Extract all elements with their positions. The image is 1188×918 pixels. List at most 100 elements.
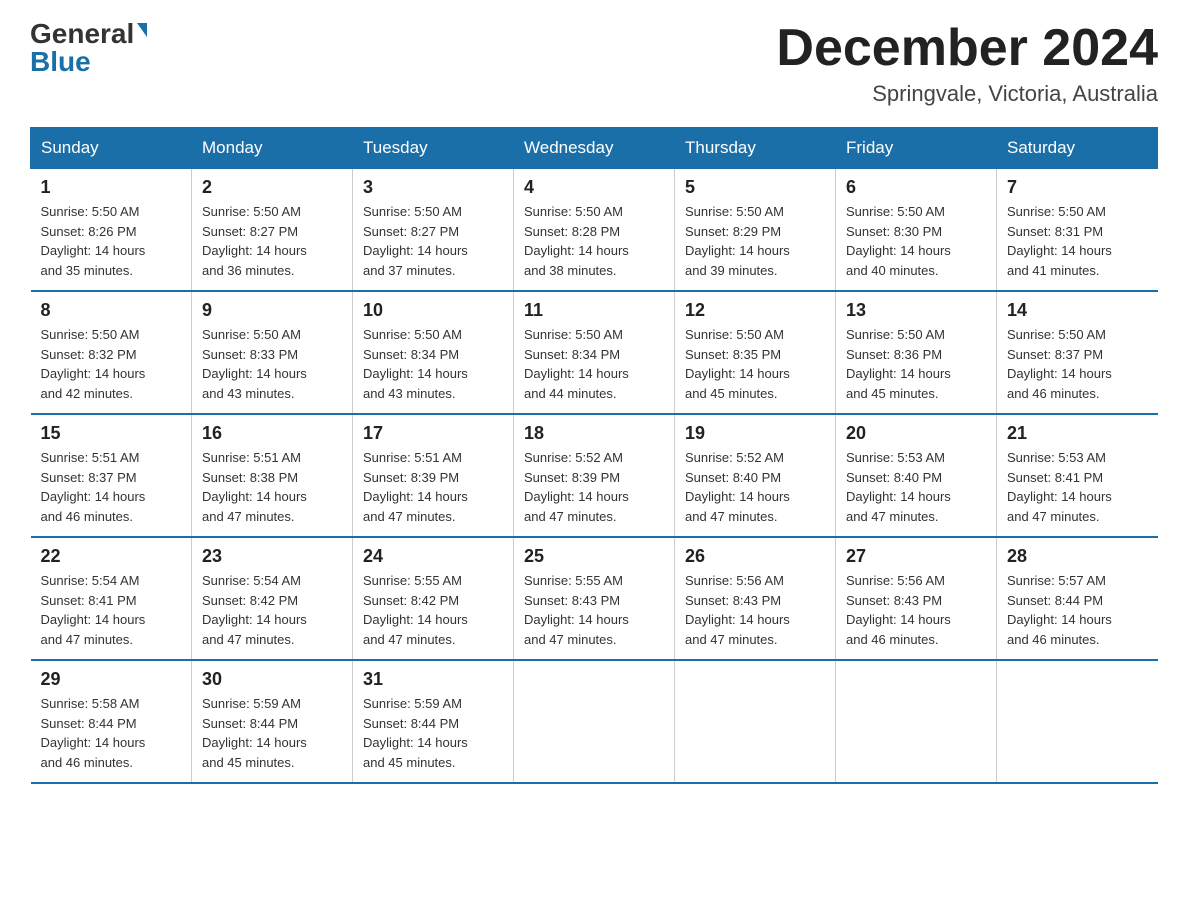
day-info: Sunrise: 5:50 AM Sunset: 8:27 PM Dayligh… — [363, 202, 503, 280]
day-number: 8 — [41, 300, 182, 321]
calendar-cell: 7 Sunrise: 5:50 AM Sunset: 8:31 PM Dayli… — [997, 169, 1158, 292]
calendar-week-row: 29 Sunrise: 5:58 AM Sunset: 8:44 PM Dayl… — [31, 660, 1158, 783]
day-number: 27 — [846, 546, 986, 567]
day-number: 19 — [685, 423, 825, 444]
logo-blue-text: Blue — [30, 48, 91, 76]
day-info: Sunrise: 5:50 AM Sunset: 8:28 PM Dayligh… — [524, 202, 664, 280]
day-number: 9 — [202, 300, 342, 321]
day-number: 28 — [1007, 546, 1148, 567]
day-number: 1 — [41, 177, 182, 198]
calendar-table: SundayMondayTuesdayWednesdayThursdayFrid… — [30, 127, 1158, 784]
day-number: 5 — [685, 177, 825, 198]
calendar-cell: 19 Sunrise: 5:52 AM Sunset: 8:40 PM Dayl… — [675, 414, 836, 537]
day-info: Sunrise: 5:51 AM Sunset: 8:38 PM Dayligh… — [202, 448, 342, 526]
calendar-cell: 15 Sunrise: 5:51 AM Sunset: 8:37 PM Dayl… — [31, 414, 192, 537]
logo-triangle-icon — [137, 23, 147, 37]
logo: General Blue — [30, 20, 147, 76]
day-info: Sunrise: 5:51 AM Sunset: 8:39 PM Dayligh… — [363, 448, 503, 526]
day-info: Sunrise: 5:50 AM Sunset: 8:36 PM Dayligh… — [846, 325, 986, 403]
column-header-friday: Friday — [836, 128, 997, 169]
day-number: 4 — [524, 177, 664, 198]
calendar-cell: 20 Sunrise: 5:53 AM Sunset: 8:40 PM Dayl… — [836, 414, 997, 537]
calendar-cell — [514, 660, 675, 783]
day-number: 3 — [363, 177, 503, 198]
calendar-cell: 4 Sunrise: 5:50 AM Sunset: 8:28 PM Dayli… — [514, 169, 675, 292]
calendar-cell: 28 Sunrise: 5:57 AM Sunset: 8:44 PM Dayl… — [997, 537, 1158, 660]
title-block: December 2024 Springvale, Victoria, Aust… — [776, 20, 1158, 107]
calendar-cell: 24 Sunrise: 5:55 AM Sunset: 8:42 PM Dayl… — [353, 537, 514, 660]
day-info: Sunrise: 5:52 AM Sunset: 8:40 PM Dayligh… — [685, 448, 825, 526]
day-info: Sunrise: 5:50 AM Sunset: 8:33 PM Dayligh… — [202, 325, 342, 403]
day-info: Sunrise: 5:50 AM Sunset: 8:35 PM Dayligh… — [685, 325, 825, 403]
column-header-wednesday: Wednesday — [514, 128, 675, 169]
calendar-cell: 5 Sunrise: 5:50 AM Sunset: 8:29 PM Dayli… — [675, 169, 836, 292]
calendar-cell: 29 Sunrise: 5:58 AM Sunset: 8:44 PM Dayl… — [31, 660, 192, 783]
calendar-week-row: 8 Sunrise: 5:50 AM Sunset: 8:32 PM Dayli… — [31, 291, 1158, 414]
column-header-monday: Monday — [192, 128, 353, 169]
calendar-cell: 30 Sunrise: 5:59 AM Sunset: 8:44 PM Dayl… — [192, 660, 353, 783]
calendar-cell: 3 Sunrise: 5:50 AM Sunset: 8:27 PM Dayli… — [353, 169, 514, 292]
calendar-cell: 8 Sunrise: 5:50 AM Sunset: 8:32 PM Dayli… — [31, 291, 192, 414]
logo-general-text: General — [30, 20, 134, 48]
day-number: 18 — [524, 423, 664, 444]
day-info: Sunrise: 5:56 AM Sunset: 8:43 PM Dayligh… — [685, 571, 825, 649]
calendar-cell: 25 Sunrise: 5:55 AM Sunset: 8:43 PM Dayl… — [514, 537, 675, 660]
column-header-saturday: Saturday — [997, 128, 1158, 169]
day-number: 24 — [363, 546, 503, 567]
calendar-week-row: 22 Sunrise: 5:54 AM Sunset: 8:41 PM Dayl… — [31, 537, 1158, 660]
calendar-cell: 22 Sunrise: 5:54 AM Sunset: 8:41 PM Dayl… — [31, 537, 192, 660]
calendar-cell: 9 Sunrise: 5:50 AM Sunset: 8:33 PM Dayli… — [192, 291, 353, 414]
day-info: Sunrise: 5:58 AM Sunset: 8:44 PM Dayligh… — [41, 694, 182, 772]
calendar-cell: 6 Sunrise: 5:50 AM Sunset: 8:30 PM Dayli… — [836, 169, 997, 292]
day-number: 21 — [1007, 423, 1148, 444]
calendar-cell: 31 Sunrise: 5:59 AM Sunset: 8:44 PM Dayl… — [353, 660, 514, 783]
calendar-cell: 27 Sunrise: 5:56 AM Sunset: 8:43 PM Dayl… — [836, 537, 997, 660]
day-info: Sunrise: 5:54 AM Sunset: 8:41 PM Dayligh… — [41, 571, 182, 649]
day-info: Sunrise: 5:59 AM Sunset: 8:44 PM Dayligh… — [202, 694, 342, 772]
column-header-sunday: Sunday — [31, 128, 192, 169]
calendar-cell: 11 Sunrise: 5:50 AM Sunset: 8:34 PM Dayl… — [514, 291, 675, 414]
calendar-cell: 17 Sunrise: 5:51 AM Sunset: 8:39 PM Dayl… — [353, 414, 514, 537]
calendar-cell — [997, 660, 1158, 783]
day-number: 25 — [524, 546, 664, 567]
day-info: Sunrise: 5:59 AM Sunset: 8:44 PM Dayligh… — [363, 694, 503, 772]
day-number: 15 — [41, 423, 182, 444]
day-info: Sunrise: 5:53 AM Sunset: 8:41 PM Dayligh… — [1007, 448, 1148, 526]
calendar-cell: 1 Sunrise: 5:50 AM Sunset: 8:26 PM Dayli… — [31, 169, 192, 292]
column-header-thursday: Thursday — [675, 128, 836, 169]
day-info: Sunrise: 5:51 AM Sunset: 8:37 PM Dayligh… — [41, 448, 182, 526]
day-info: Sunrise: 5:50 AM Sunset: 8:31 PM Dayligh… — [1007, 202, 1148, 280]
day-info: Sunrise: 5:50 AM Sunset: 8:30 PM Dayligh… — [846, 202, 986, 280]
calendar-header-row: SundayMondayTuesdayWednesdayThursdayFrid… — [31, 128, 1158, 169]
day-number: 31 — [363, 669, 503, 690]
day-number: 30 — [202, 669, 342, 690]
calendar-cell: 14 Sunrise: 5:50 AM Sunset: 8:37 PM Dayl… — [997, 291, 1158, 414]
day-info: Sunrise: 5:50 AM Sunset: 8:37 PM Dayligh… — [1007, 325, 1148, 403]
page-header: General Blue December 2024 Springvale, V… — [30, 20, 1158, 107]
calendar-cell: 2 Sunrise: 5:50 AM Sunset: 8:27 PM Dayli… — [192, 169, 353, 292]
day-number: 26 — [685, 546, 825, 567]
day-info: Sunrise: 5:54 AM Sunset: 8:42 PM Dayligh… — [202, 571, 342, 649]
day-info: Sunrise: 5:50 AM Sunset: 8:26 PM Dayligh… — [41, 202, 182, 280]
day-info: Sunrise: 5:57 AM Sunset: 8:44 PM Dayligh… — [1007, 571, 1148, 649]
calendar-cell: 26 Sunrise: 5:56 AM Sunset: 8:43 PM Dayl… — [675, 537, 836, 660]
calendar-cell: 21 Sunrise: 5:53 AM Sunset: 8:41 PM Dayl… — [997, 414, 1158, 537]
day-info: Sunrise: 5:52 AM Sunset: 8:39 PM Dayligh… — [524, 448, 664, 526]
location-subtitle: Springvale, Victoria, Australia — [776, 81, 1158, 107]
column-header-tuesday: Tuesday — [353, 128, 514, 169]
day-number: 23 — [202, 546, 342, 567]
day-number: 13 — [846, 300, 986, 321]
day-number: 17 — [363, 423, 503, 444]
calendar-week-row: 15 Sunrise: 5:51 AM Sunset: 8:37 PM Dayl… — [31, 414, 1158, 537]
day-info: Sunrise: 5:55 AM Sunset: 8:42 PM Dayligh… — [363, 571, 503, 649]
day-number: 7 — [1007, 177, 1148, 198]
day-info: Sunrise: 5:56 AM Sunset: 8:43 PM Dayligh… — [846, 571, 986, 649]
day-number: 2 — [202, 177, 342, 198]
day-info: Sunrise: 5:55 AM Sunset: 8:43 PM Dayligh… — [524, 571, 664, 649]
calendar-cell: 23 Sunrise: 5:54 AM Sunset: 8:42 PM Dayl… — [192, 537, 353, 660]
day-number: 6 — [846, 177, 986, 198]
day-info: Sunrise: 5:50 AM Sunset: 8:32 PM Dayligh… — [41, 325, 182, 403]
day-number: 10 — [363, 300, 503, 321]
day-number: 22 — [41, 546, 182, 567]
day-number: 16 — [202, 423, 342, 444]
